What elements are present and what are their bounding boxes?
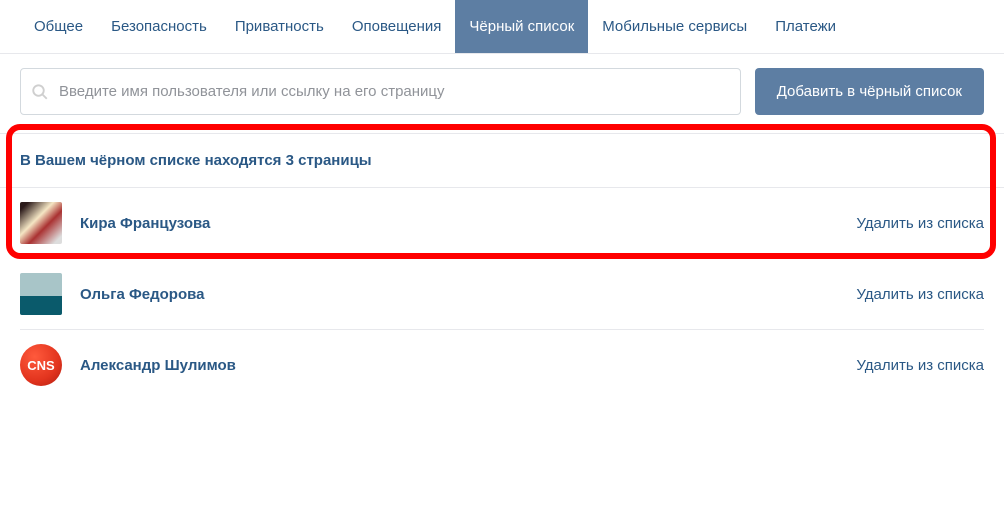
- tab-security[interactable]: Безопасность: [97, 0, 221, 53]
- remove-from-list-link[interactable]: Удалить из списка: [856, 286, 984, 303]
- avatar[interactable]: [20, 202, 62, 244]
- remove-from-list-link[interactable]: Удалить из списка: [856, 215, 984, 232]
- search-input[interactable]: [59, 69, 730, 114]
- remove-from-list-link[interactable]: Удалить из списка: [856, 357, 984, 374]
- blacklist-item: Ольга Федорова Удалить из списка: [20, 259, 984, 330]
- settings-tabs: Общее Безопасность Приватность Оповещени…: [0, 0, 1004, 54]
- blacklist-item: Кира Французова Удалить из списка: [20, 188, 984, 259]
- blacklist-item: CNS Александр Шулимов Удалить из списка: [20, 330, 984, 400]
- add-to-blacklist-button[interactable]: Добавить в чёрный список: [755, 68, 984, 115]
- tab-general[interactable]: Общее: [20, 0, 97, 53]
- avatar[interactable]: [20, 273, 62, 315]
- search-box[interactable]: [20, 68, 741, 115]
- user-name-link[interactable]: Кира Французова: [80, 215, 856, 232]
- avatar[interactable]: CNS: [20, 344, 62, 386]
- tab-blacklist[interactable]: Чёрный список: [455, 0, 588, 53]
- search-row: Добавить в чёрный список: [0, 54, 1004, 134]
- blacklist-count-title: В Вашем чёрном списке находятся 3 страни…: [0, 134, 1004, 188]
- blacklist: Кира Французова Удалить из списка Ольга …: [0, 188, 1004, 400]
- user-name-link[interactable]: Ольга Федорова: [80, 286, 856, 303]
- search-icon: [31, 83, 49, 101]
- user-name-link[interactable]: Александр Шулимов: [80, 357, 856, 374]
- tab-privacy[interactable]: Приватность: [221, 0, 338, 53]
- tab-payments[interactable]: Платежи: [761, 0, 850, 53]
- tab-notifications[interactable]: Оповещения: [338, 0, 456, 53]
- tab-mobile[interactable]: Мобильные сервисы: [588, 0, 761, 53]
